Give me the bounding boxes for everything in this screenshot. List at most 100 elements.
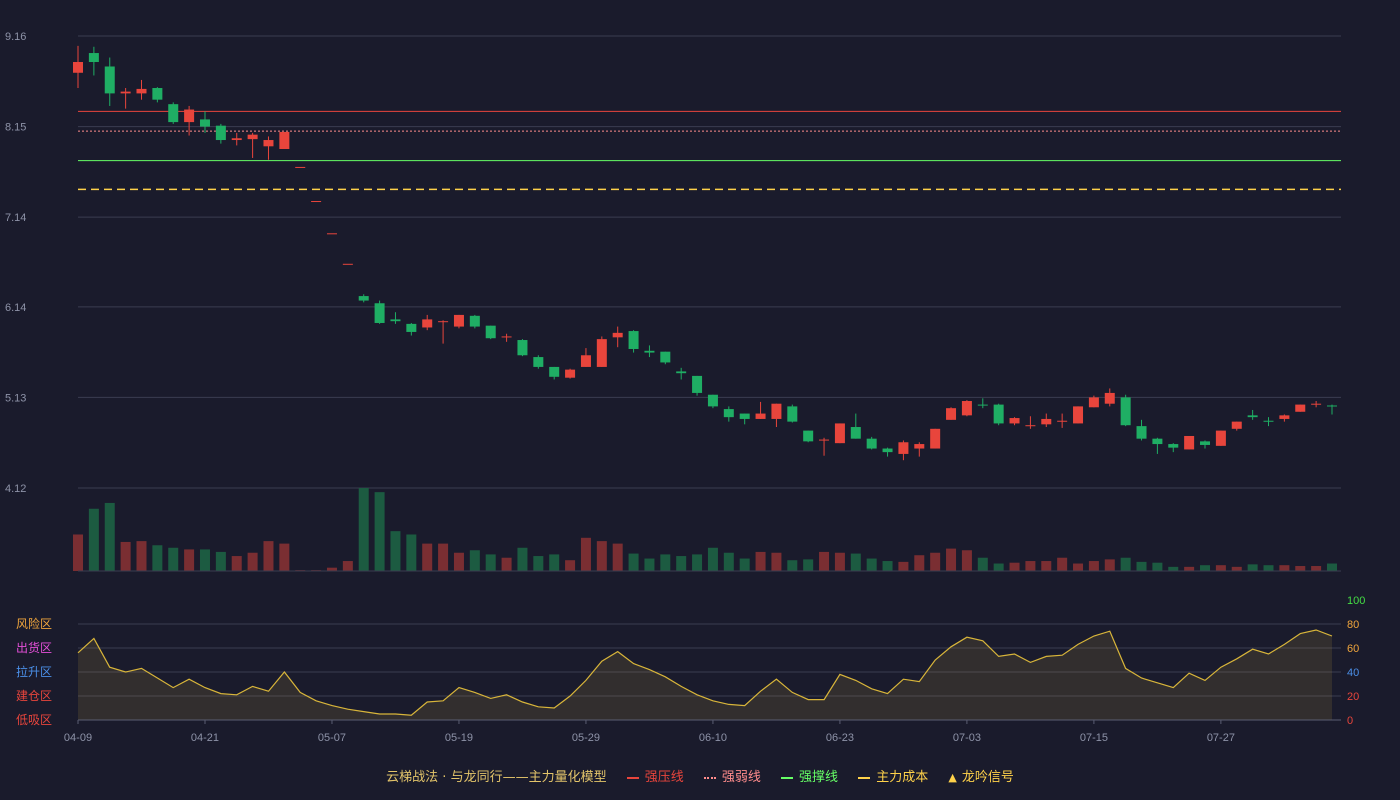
candle — [469, 314, 480, 329]
candle — [1311, 401, 1322, 408]
x-tick-label: 04-21 — [191, 732, 219, 744]
candle — [1327, 404, 1337, 415]
candle-body — [374, 303, 385, 323]
volume-bar — [1295, 566, 1306, 571]
legend-dragon-signal[interactable]: ▲ 龙吟信号 — [948, 766, 1013, 785]
candle-body — [1247, 415, 1258, 418]
volume-bar — [914, 555, 925, 571]
volume-bar — [1104, 559, 1115, 571]
candle-body — [644, 350, 655, 353]
candle-body — [501, 336, 512, 338]
candle — [73, 45, 83, 89]
indicator-tick-label: 20 — [1347, 691, 1359, 703]
volume-bar — [406, 534, 417, 571]
candle — [406, 322, 417, 336]
candle — [866, 436, 877, 450]
candle — [136, 79, 147, 100]
volume-bar — [707, 547, 718, 571]
indicator-tick-label: 0 — [1347, 715, 1353, 727]
candle — [676, 367, 687, 380]
candle-body — [263, 140, 274, 147]
candle-body — [1311, 403, 1322, 405]
candle — [914, 442, 925, 457]
candle-body — [358, 296, 369, 301]
volume-bar — [1168, 566, 1179, 571]
candle — [946, 407, 957, 420]
volume-bar — [898, 561, 909, 571]
candle-body — [406, 323, 417, 332]
volume-bar — [612, 543, 623, 571]
candle-body — [311, 201, 322, 203]
candle — [565, 368, 576, 379]
candle-body — [961, 401, 972, 416]
candle — [882, 447, 893, 457]
volume-bar — [469, 550, 480, 571]
legend-weak-resist[interactable]: 强弱线 — [703, 766, 761, 785]
candle-body — [1263, 420, 1274, 422]
volume-bar — [533, 556, 544, 571]
candle-body — [1136, 426, 1147, 439]
volume-bar — [1136, 561, 1147, 571]
indicator-tick-label: 80 — [1347, 619, 1359, 631]
candle-body — [692, 375, 703, 393]
candle-body — [771, 403, 782, 419]
volume-bar — [565, 560, 576, 571]
candle-body — [184, 109, 195, 123]
candle-body — [390, 319, 401, 322]
volume-bar — [723, 552, 734, 571]
candle — [707, 394, 718, 409]
zone-label: 风险区 — [16, 616, 52, 631]
candle-body — [787, 406, 798, 422]
volume-bar — [88, 508, 99, 571]
price-grid — [78, 35, 1341, 489]
legend-main-cost[interactable]: 主力成本 — [858, 766, 928, 785]
x-tick-label: 06-10 — [699, 732, 727, 744]
legend-support[interactable]: 强撑线 — [781, 766, 838, 785]
volume-bar — [644, 558, 655, 571]
candle — [1136, 419, 1147, 441]
candle-body — [612, 332, 623, 338]
candle-body — [168, 104, 179, 123]
candle-body — [1152, 438, 1163, 445]
candle — [1184, 435, 1195, 450]
candle — [326, 233, 337, 235]
price-tick-label: 9.16 — [5, 31, 26, 43]
candle-body — [247, 134, 258, 140]
volume-bar — [184, 549, 195, 571]
candle — [644, 345, 655, 358]
volume-bar — [1231, 566, 1242, 571]
candle-body — [73, 62, 83, 73]
candle-body — [120, 91, 131, 94]
volume-bar — [850, 553, 861, 571]
candle-body — [819, 439, 830, 441]
candle-body — [977, 404, 988, 406]
candle — [422, 314, 433, 331]
legend-strong-resist[interactable]: 强压线 — [626, 766, 684, 785]
x-tick-label: 05-07 — [318, 732, 346, 744]
candle-body — [517, 340, 528, 356]
volume-bar — [279, 543, 290, 571]
volume-bar — [787, 560, 798, 571]
candle-body — [533, 357, 544, 367]
candle-body — [930, 428, 941, 449]
volume-bar — [1088, 561, 1099, 571]
candle — [1009, 417, 1020, 426]
candle-body — [1009, 418, 1020, 424]
candle-body — [136, 88, 147, 94]
volume-bar — [1215, 565, 1226, 571]
candle-body — [295, 166, 306, 168]
candle-body — [707, 394, 718, 407]
candle-body — [1168, 444, 1179, 448]
candle — [803, 430, 814, 443]
candle — [977, 398, 988, 409]
candle-body — [565, 369, 576, 378]
candle-body — [1057, 420, 1068, 422]
candle — [168, 102, 179, 124]
volume-bar — [517, 547, 528, 571]
volume-bar — [676, 556, 687, 571]
candle — [993, 403, 1004, 426]
volume-bar — [739, 558, 750, 571]
volume-bar — [120, 541, 131, 571]
volume-bar — [946, 548, 957, 571]
candle — [1073, 406, 1084, 424]
